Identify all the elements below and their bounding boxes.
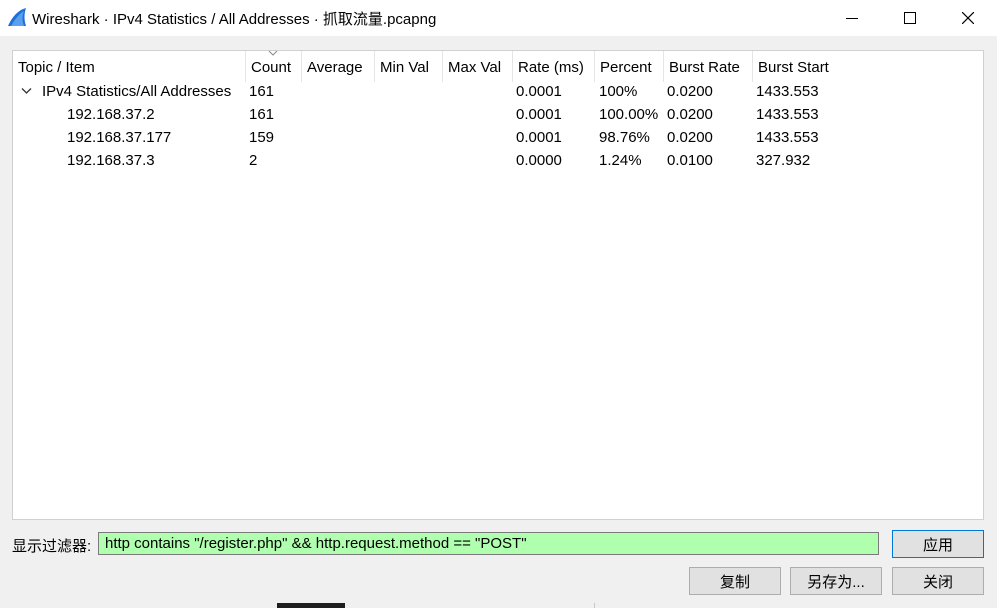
table-row[interactable]: 192.168.37.3 2 0.0000 1.24% 0.0100 327.9… — [13, 149, 983, 172]
row-burst-start: 1433.553 — [756, 129, 819, 146]
row-percent: 1.24% — [599, 152, 642, 169]
row-burst-rate: 0.0200 — [667, 106, 713, 123]
row-rate: 0.0001 — [516, 83, 562, 100]
row-percent: 100.00% — [599, 106, 659, 123]
table-header: Topic / Item Count Average Min Val Max V… — [13, 50, 983, 82]
save-as-button[interactable]: 另存为... — [790, 567, 882, 595]
row-percent: 98.76% — [599, 129, 650, 146]
close-icon — [962, 12, 974, 24]
window-title: Wireshark · IPv4 Statistics / All Addres… — [32, 11, 437, 28]
row-topic: IPv4 Statistics/All Addresses — [42, 83, 232, 100]
row-count: 161 — [249, 83, 275, 100]
column-header-topic[interactable]: Topic / Item — [13, 51, 246, 82]
row-rate: 0.0001 — [516, 106, 562, 123]
statistics-tree-table[interactable]: Topic / Item Count Average Min Val Max V… — [12, 50, 984, 520]
title-bar: Wireshark · IPv4 Statistics / All Addres… — [0, 0, 997, 36]
row-rate: 0.0001 — [516, 129, 562, 146]
row-topic: 192.168.37.177 — [67, 129, 172, 146]
row-topic: 192.168.37.3 — [67, 152, 155, 169]
taskbar-fragment — [277, 603, 345, 608]
row-burst-start: 1433.553 — [756, 106, 819, 123]
row-count: 161 — [249, 106, 275, 123]
column-header-min-val[interactable]: Min Val — [375, 51, 443, 82]
table-row[interactable]: 192.168.37.2 161 0.0001 100.00% 0.0200 1… — [13, 103, 983, 126]
row-burst-rate: 0.0200 — [667, 129, 713, 146]
minimize-button[interactable] — [823, 0, 881, 36]
maximize-button[interactable] — [881, 0, 939, 36]
display-filter-input[interactable] — [98, 532, 879, 555]
row-count: 2 — [249, 152, 258, 169]
minimize-icon — [846, 18, 858, 19]
column-header-average[interactable]: Average — [302, 51, 375, 82]
row-burst-rate: 0.0200 — [667, 83, 713, 100]
column-header-rate[interactable]: Rate (ms) — [513, 51, 595, 82]
close-button[interactable]: 关闭 — [892, 567, 984, 595]
table-row-parent[interactable]: IPv4 Statistics/All Addresses 161 0.0001… — [13, 80, 983, 103]
column-header-burst-start[interactable]: Burst Start — [753, 51, 843, 82]
maximize-icon — [904, 12, 916, 24]
row-topic: 192.168.37.2 — [67, 106, 155, 123]
row-burst-start: 327.932 — [756, 152, 811, 169]
row-burst-start: 1433.553 — [756, 83, 819, 100]
display-filter-label: 显示过滤器: — [12, 538, 92, 555]
sort-descending-icon — [268, 50, 278, 56]
column-header-max-val[interactable]: Max Val — [443, 51, 513, 82]
column-header-percent[interactable]: Percent — [595, 51, 664, 82]
row-burst-rate: 0.0100 — [667, 152, 713, 169]
taskbar-divider — [594, 603, 595, 608]
table-row[interactable]: 192.168.37.177 159 0.0001 98.76% 0.0200 … — [13, 126, 983, 149]
column-header-burst-rate[interactable]: Burst Rate — [664, 51, 753, 82]
row-rate: 0.0000 — [516, 152, 562, 169]
apply-button[interactable]: 应用 — [892, 530, 984, 558]
wireshark-fin-icon — [8, 8, 26, 26]
row-percent: 100% — [599, 83, 638, 100]
close-window-button[interactable] — [939, 0, 997, 36]
copy-button[interactable]: 复制 — [689, 567, 781, 595]
row-count: 159 — [249, 129, 275, 146]
chevron-down-icon[interactable] — [21, 87, 32, 95]
